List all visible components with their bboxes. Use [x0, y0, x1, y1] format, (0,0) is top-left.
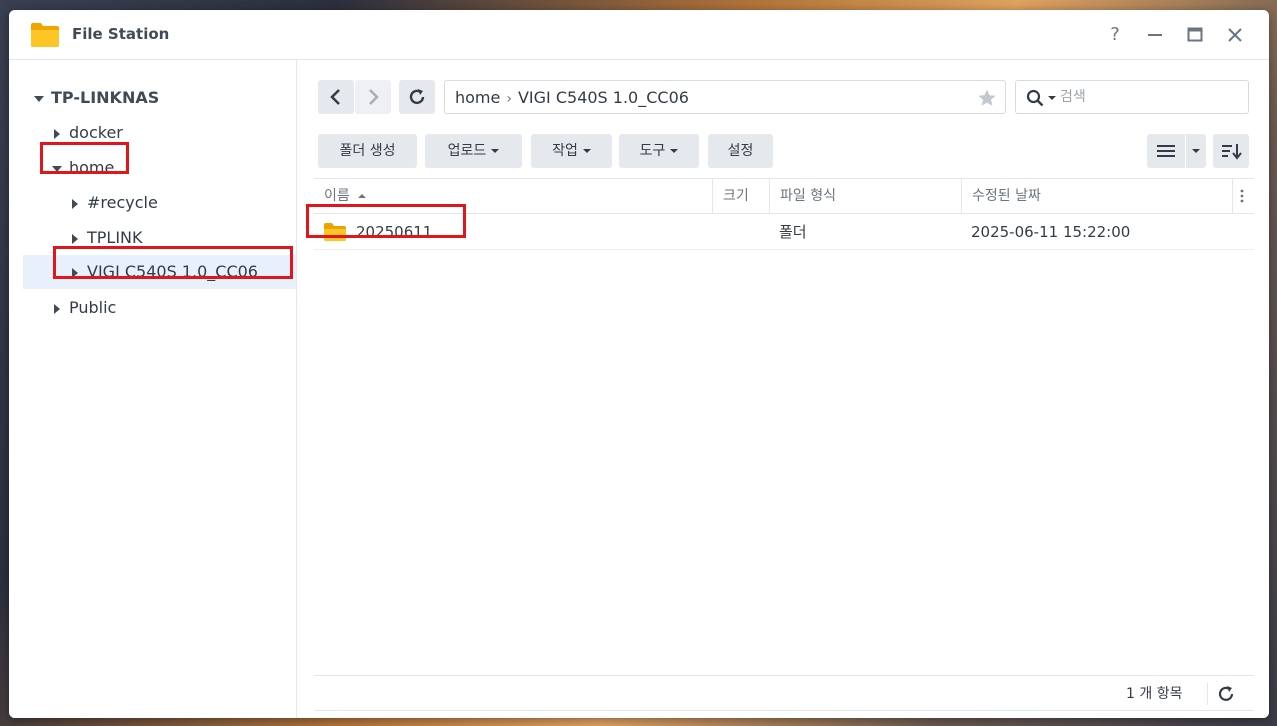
caret-down-icon	[582, 149, 591, 153]
sort-button[interactable]	[1213, 134, 1249, 168]
refresh-icon	[409, 89, 425, 105]
search-input[interactable]	[1060, 81, 1240, 113]
row-type: 폴더	[779, 223, 807, 241]
column-header-modified[interactable]: 수정된 날짜	[961, 179, 1232, 213]
search-options-caret-icon[interactable]	[1048, 96, 1056, 100]
minimize-button[interactable]	[1143, 23, 1167, 47]
main-panel: home › VIGI C540S 1.0_CC06 폴더 생성 업로드 작업 도구…	[298, 60, 1269, 718]
path-separator: ›	[506, 91, 512, 107]
maximize-button[interactable]	[1183, 23, 1207, 47]
tree-item-vigi-c540s[interactable]: VIGI C540S 1.0_CC06	[23, 255, 296, 289]
chevron-right-icon	[369, 89, 379, 105]
tree-root-label: TP-LINKNAS	[51, 88, 160, 107]
minimize-icon	[1148, 34, 1162, 36]
action-label: 작업	[552, 143, 578, 159]
folder-tree: TP-LINKNAS docker home #recycle TPLINK V…	[9, 60, 297, 718]
tree-item-public[interactable]: Public	[51, 292, 116, 324]
tree-item-tplink[interactable]: TPLINK	[69, 222, 143, 254]
column-type-label: 파일 형식	[780, 188, 836, 204]
status-bar: 1 개 항목	[314, 675, 1254, 711]
column-options-button[interactable]	[1232, 179, 1254, 213]
sort-icon	[1222, 144, 1242, 160]
settings-button[interactable]: 설정	[708, 134, 773, 168]
caret-right-icon	[72, 198, 78, 209]
item-count: 1 개 항목	[1126, 686, 1183, 702]
path-segment-home[interactable]: home	[455, 88, 500, 107]
window-title: File Station	[72, 25, 170, 43]
tree-item-label: #recycle	[87, 193, 158, 212]
table-row[interactable]: 20250611 폴더 2025-06-11 15:22:00	[314, 214, 1254, 250]
chevron-left-icon	[330, 89, 340, 105]
caret-down-icon	[670, 149, 679, 153]
close-icon	[1228, 28, 1242, 42]
tree-item-home[interactable]: home	[51, 152, 114, 184]
help-icon: ?	[1110, 24, 1120, 45]
tools-button[interactable]: 도구	[619, 134, 699, 168]
maximize-icon	[1187, 27, 1203, 42]
file-list-header: 이름 크기 파일 형식 수정된 날짜	[314, 178, 1254, 214]
caret-right-icon	[72, 267, 78, 278]
path-bar[interactable]: home › VIGI C540S 1.0_CC06	[444, 80, 1006, 114]
tree-item-label: Public	[69, 298, 117, 317]
column-modified-label: 수정된 날짜	[972, 188, 1041, 204]
star-icon[interactable]	[977, 88, 997, 108]
refresh-button[interactable]	[399, 80, 435, 114]
caret-down-icon	[34, 95, 44, 102]
caret-down-icon	[491, 149, 500, 153]
tree-item-label: VIGI C540S 1.0_CC06	[87, 262, 258, 281]
sort-ascending-icon	[358, 194, 367, 198]
create-folder-label: 폴더 생성	[339, 143, 396, 159]
tree-item-label: docker	[69, 123, 123, 142]
folder-icon	[324, 223, 346, 241]
row-name: 20250611	[356, 223, 433, 241]
search-icon[interactable]	[1026, 89, 1044, 107]
caret-right-icon	[72, 233, 78, 244]
file-station-app-icon	[31, 23, 59, 47]
create-folder-button[interactable]: 폴더 생성	[318, 134, 417, 168]
caret-right-icon	[54, 128, 60, 139]
tree-item-label: home	[69, 158, 115, 177]
list-view-icon	[1157, 145, 1175, 157]
forward-button[interactable]	[355, 80, 391, 114]
column-header-type[interactable]: 파일 형식	[769, 179, 961, 213]
tools-label: 도구	[639, 143, 666, 159]
status-divider	[1207, 683, 1208, 705]
search-box[interactable]	[1015, 80, 1249, 114]
file-station-window: File Station ? TP-LINKNAS docker home #r…	[9, 10, 1269, 718]
tree-root-tplinknas[interactable]: TP-LINKNAS	[33, 82, 159, 114]
more-vertical-icon	[1240, 189, 1244, 203]
column-name-label: 이름	[324, 188, 350, 204]
column-header-size[interactable]: 크기	[712, 179, 769, 213]
column-size-label: 크기	[723, 188, 749, 204]
caret-down-icon	[52, 165, 62, 172]
list-view-button[interactable]	[1147, 134, 1185, 168]
column-header-name[interactable]: 이름	[314, 179, 722, 213]
settings-label: 설정	[727, 143, 754, 159]
caret-down-icon	[1192, 149, 1200, 153]
path-segment-current[interactable]: VIGI C540S 1.0_CC06	[518, 88, 689, 107]
help-button[interactable]: ?	[1103, 23, 1127, 47]
tree-item-recycle[interactable]: #recycle	[69, 187, 158, 219]
tree-item-docker[interactable]: docker	[51, 117, 123, 149]
caret-right-icon	[54, 303, 60, 314]
view-options-dropdown[interactable]	[1186, 134, 1206, 168]
action-button[interactable]: 작업	[531, 134, 612, 168]
back-button[interactable]	[318, 80, 354, 114]
upload-button[interactable]: 업로드	[425, 134, 522, 168]
refresh-icon[interactable]	[1217, 685, 1235, 703]
close-button[interactable]	[1223, 23, 1247, 47]
row-modified: 2025-06-11 15:22:00	[971, 223, 1131, 241]
tree-item-label: TPLINK	[87, 228, 143, 247]
title-bar: File Station ?	[9, 10, 1269, 60]
upload-label: 업로드	[447, 143, 487, 159]
